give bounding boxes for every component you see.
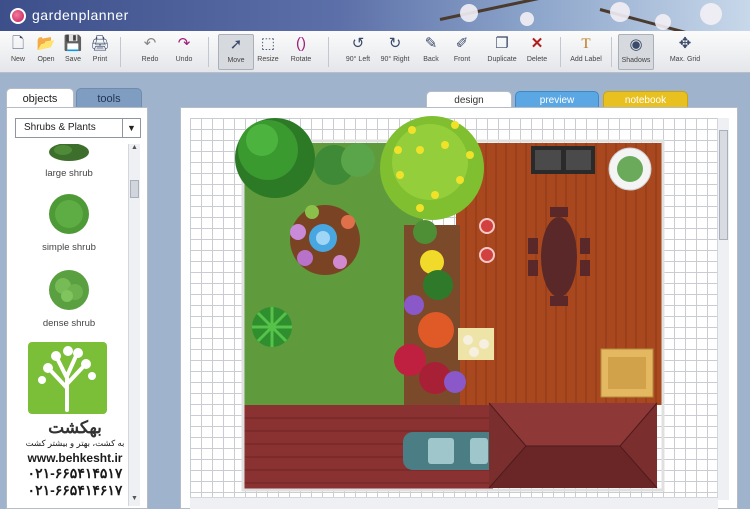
orange-flowers[interactable]	[418, 312, 454, 348]
flower-pot[interactable]	[479, 218, 495, 234]
watermark-phone: ۰۲۱-۶۶۵۴۱۴۵۱۷	[27, 465, 123, 481]
shrub[interactable]	[341, 143, 375, 177]
rotate-left-icon: ↺	[351, 35, 365, 52]
undo-icon: ↷	[177, 35, 191, 52]
object-label: dense shrub	[42, 318, 96, 329]
circular-planter[interactable]	[290, 205, 360, 275]
blossom-decoration	[610, 2, 630, 22]
dense-shrub-icon	[49, 270, 89, 310]
barbecue-grill[interactable]	[531, 146, 595, 174]
watermark-phone: ۰۲۱-۶۶۵۴۱۴۶۱۷	[27, 482, 123, 498]
simple-shrub-icon	[49, 194, 89, 234]
toolbar-separator	[560, 37, 561, 67]
rotate-button[interactable]: () Rotate	[283, 34, 319, 70]
potted-plant[interactable]	[608, 147, 652, 191]
canvas-horizontal-scrollbar[interactable]	[190, 497, 718, 509]
resize-icon: ⬚	[260, 35, 276, 52]
max-grid-icon: ✥	[678, 35, 692, 52]
scrollbar-thumb[interactable]	[719, 130, 728, 240]
redo-icon: ↶	[143, 35, 157, 52]
rotate-icon: ()	[296, 35, 306, 52]
undo-button[interactable]: ↷ Undo	[166, 34, 202, 70]
print-icon: 🖨	[90, 35, 110, 52]
scroll-up-icon[interactable]: ▲	[129, 144, 140, 155]
blossom-decoration	[520, 12, 534, 26]
rotate-right-icon: ↻	[388, 35, 402, 52]
resize-button[interactable]: ⬚ Resize	[250, 34, 286, 70]
chevron-down-icon[interactable]: ▼	[122, 119, 140, 137]
purple-flowers[interactable]	[444, 371, 466, 393]
garden-bench[interactable]	[600, 348, 654, 398]
toolbar-separator	[120, 37, 121, 67]
tree[interactable]	[235, 118, 315, 198]
app-logo-icon	[10, 8, 26, 24]
duplicate-button[interactable]: ❐ Duplicate	[484, 34, 520, 70]
move-button[interactable]: ➚ Move	[218, 34, 254, 70]
tree-logo-icon	[38, 346, 96, 412]
flowering-tree[interactable]	[380, 116, 484, 220]
watermark-text: بهکشت به کشت، بهتر و بیشتر کشت www.behke…	[0, 418, 150, 499]
watermark-tagline: به کشت، بهتر و بیشتر کشت	[25, 438, 125, 448]
tab-preview[interactable]: preview	[515, 91, 599, 108]
rotate-right-button[interactable]: ↻ 90° Right	[377, 34, 413, 70]
add-label-button[interactable]: T Add Label	[568, 34, 604, 70]
rotate-left-button[interactable]: ↺ 90° Left	[340, 34, 376, 70]
front-icon: ✐	[455, 35, 469, 52]
blossom-decoration	[655, 14, 671, 30]
large-shrub-icon	[49, 144, 89, 161]
flower-pot[interactable]	[479, 247, 495, 263]
move-icon: ➚	[229, 36, 243, 53]
print-button[interactable]: 🖨 Print	[82, 34, 118, 70]
shadows-button[interactable]: ◉ Shadows	[618, 34, 654, 70]
tab-design[interactable]: design	[426, 91, 512, 108]
tab-notebook[interactable]: notebook	[603, 91, 688, 108]
purple-flowers[interactable]	[404, 295, 424, 315]
plant[interactable]	[413, 220, 437, 244]
watermark-logo	[28, 342, 107, 414]
tab-objects[interactable]: objects	[6, 88, 74, 108]
delete-icon: ✕	[530, 35, 544, 52]
watermark-url: www.behkesht.ir	[27, 451, 123, 465]
category-select-value: Shrubs & Plants	[24, 122, 96, 133]
add-label-icon: T	[581, 36, 591, 52]
tab-tools[interactable]: tools	[76, 88, 142, 108]
toolbar: 🗋 New 📂 Open 💾 Save 🖨 Print ↶ Redo ↷ Undo ➚ Mov…	[0, 31, 750, 73]
duplicate-icon: ❐	[495, 35, 509, 52]
plant[interactable]	[423, 270, 453, 300]
redo-button[interactable]: ↶ Redo	[132, 34, 168, 70]
shadows-icon: ◉	[629, 36, 643, 53]
toolbar-separator	[328, 37, 329, 67]
canvas-vertical-scrollbar[interactable]	[717, 118, 729, 500]
blossom-decoration	[700, 3, 722, 25]
app-title: gardenplanner	[32, 7, 129, 23]
branch-decoration	[439, 0, 558, 21]
toolbar-separator	[611, 37, 612, 67]
delete-button[interactable]: ✕ Delete	[519, 34, 555, 70]
front-button[interactable]: ✐ Front	[444, 34, 480, 70]
toolbar-separator	[208, 37, 209, 67]
watermark-brand: بهکشت	[48, 418, 102, 437]
fern-plant[interactable]	[252, 307, 292, 347]
blossom-decoration	[460, 4, 478, 22]
max-grid-button[interactable]: ✥ Max. Grid	[667, 34, 703, 70]
house-roof[interactable]	[488, 402, 658, 489]
category-select[interactable]: Shrubs & Plants ▼	[15, 118, 141, 138]
object-label: simple shrub	[42, 242, 96, 253]
scrollbar-thumb[interactable]	[130, 180, 139, 198]
title-bar: gardenplanner	[0, 0, 750, 31]
object-label: large shrub	[45, 168, 93, 179]
car[interactable]	[403, 432, 499, 470]
